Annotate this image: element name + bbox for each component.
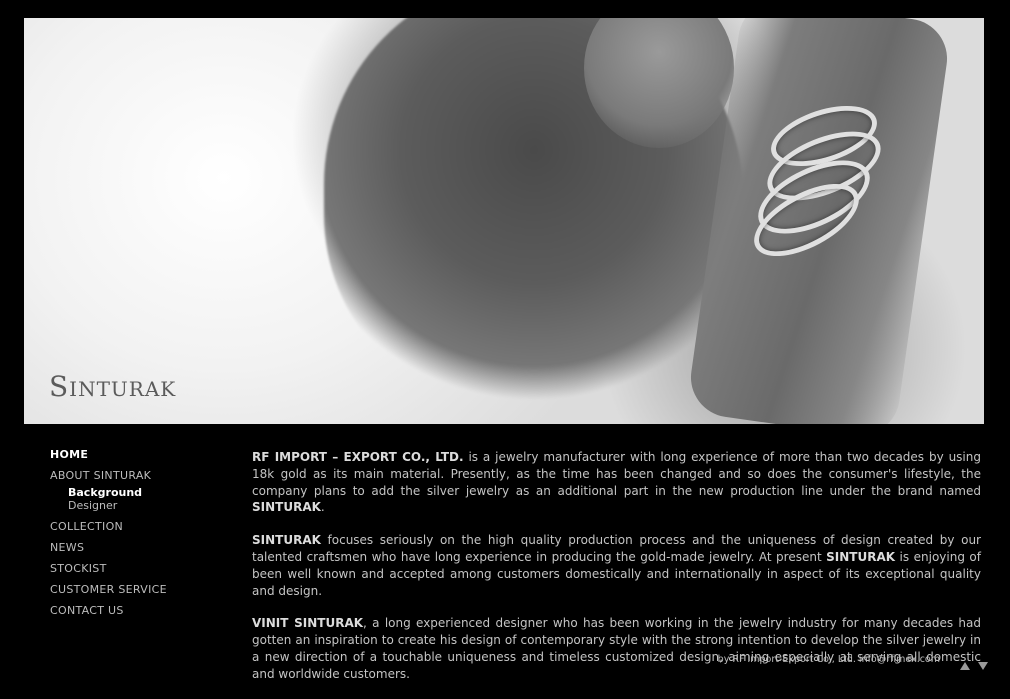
company-name: RF IMPORT – EXPORT CO., LTD. xyxy=(252,450,464,464)
nav-about-sinturak[interactable]: ABOUT SINTURAK xyxy=(50,469,240,482)
designer-name: VINIT SINTURAK xyxy=(252,616,364,631)
hero-banner-image: Sinturak xyxy=(24,18,984,424)
brand-logo: Sinturak xyxy=(49,370,177,403)
brand-name: SINTURAK xyxy=(826,549,896,564)
about-submenu: Background Designer xyxy=(68,486,240,512)
nav-sub-designer[interactable]: Designer xyxy=(68,499,240,512)
triangle-down-icon[interactable] xyxy=(978,662,989,670)
nav-home[interactable]: HOME xyxy=(50,448,240,461)
nav-stockist[interactable]: STOCKIST xyxy=(50,562,240,575)
brand-name: SINTURAK xyxy=(252,533,321,548)
nav-contact-us[interactable]: CONTACT US xyxy=(50,604,240,617)
triangle-up-icon[interactable] xyxy=(960,662,970,670)
footer-credit[interactable]: by RF Import-Export Co., Ltd. info@rfime… xyxy=(718,654,940,665)
nav-news[interactable]: NEWS xyxy=(50,541,240,554)
nav-sub-background[interactable]: Background xyxy=(68,486,240,499)
designer-paragraph: VINIT SINTURAK, a long experienced desig… xyxy=(252,615,981,682)
brand-name: SINTURAK xyxy=(252,500,321,515)
company-paragraph: RF IMPORT – EXPORT CO., LTD. is a jewelr… xyxy=(252,449,981,516)
quality-paragraph: SINTURAK focuses seriously on the high q… xyxy=(252,532,981,599)
nav-collection[interactable]: COLLECTION xyxy=(50,520,240,533)
nav-customer-service[interactable]: CUSTOMER SERVICE xyxy=(50,583,240,596)
scroll-arrows xyxy=(960,655,991,674)
main-nav: HOME ABOUT SINTURAK Background Designer … xyxy=(50,448,240,625)
company-text-2: . xyxy=(320,500,325,515)
